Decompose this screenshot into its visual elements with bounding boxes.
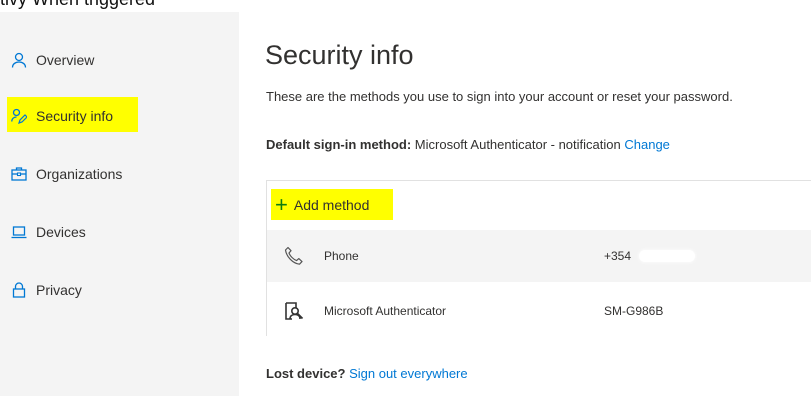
sidebar-item-privacy[interactable]: Privacy	[0, 267, 239, 313]
main-content: Security info These are the methods you …	[239, 0, 811, 396]
method-row-phone: Phone +354	[267, 230, 811, 282]
sidebar-item-overview[interactable]: Overview	[0, 37, 239, 83]
sidebar-item-organizations[interactable]: Organizations	[0, 151, 239, 197]
security-info-icon	[10, 107, 28, 125]
page-description: These are the methods you use to sign in…	[266, 89, 733, 104]
sidebar-item-label: Overview	[36, 52, 95, 68]
change-default-link[interactable]: Change	[624, 137, 670, 152]
briefcase-icon	[10, 165, 28, 183]
default-method-label: Default sign-in method:	[266, 137, 412, 152]
add-method-label: Add method	[293, 197, 370, 213]
lock-icon	[10, 281, 28, 299]
add-method-button[interactable]: + Add method	[275, 193, 369, 217]
method-row-authenticator: Microsoft Authenticator SM-G986B	[267, 285, 811, 337]
method-value: +354	[604, 249, 632, 263]
method-name: Microsoft Authenticator	[324, 304, 447, 318]
lost-device-line: Lost device? Sign out everywhere	[266, 366, 468, 381]
sidebar-item-devices[interactable]: Devices	[0, 209, 239, 255]
redaction-blur	[639, 250, 695, 262]
person-icon	[10, 51, 28, 69]
lost-device-label: Lost device?	[266, 366, 346, 381]
security-info-page: tivy When triggered Overview Security in…	[0, 0, 811, 396]
default-method-value: Microsoft Authenticator - notification	[414, 137, 621, 152]
page-title: Security info	[265, 40, 414, 70]
sidebar-item-label: Devices	[36, 224, 86, 240]
sidebar-item-label: Organizations	[36, 166, 123, 182]
phone-icon	[283, 245, 305, 267]
method-name: Phone	[324, 249, 359, 263]
laptop-icon	[10, 223, 28, 241]
authenticator-icon	[283, 300, 305, 322]
method-value: SM-G986B	[604, 304, 664, 318]
plus-icon: +	[275, 192, 288, 217]
sidebar-item-security-info[interactable]: Security info	[0, 93, 239, 139]
sidebar-item-label: Privacy	[36, 282, 82, 298]
sidebar-item-label: Security info	[36, 108, 114, 124]
sign-out-everywhere-link[interactable]: Sign out everywhere	[349, 366, 468, 381]
cropped-top-text: tivy When triggered	[0, 0, 155, 10]
default-sign-in-method: Default sign-in method: Microsoft Authen…	[266, 137, 670, 152]
